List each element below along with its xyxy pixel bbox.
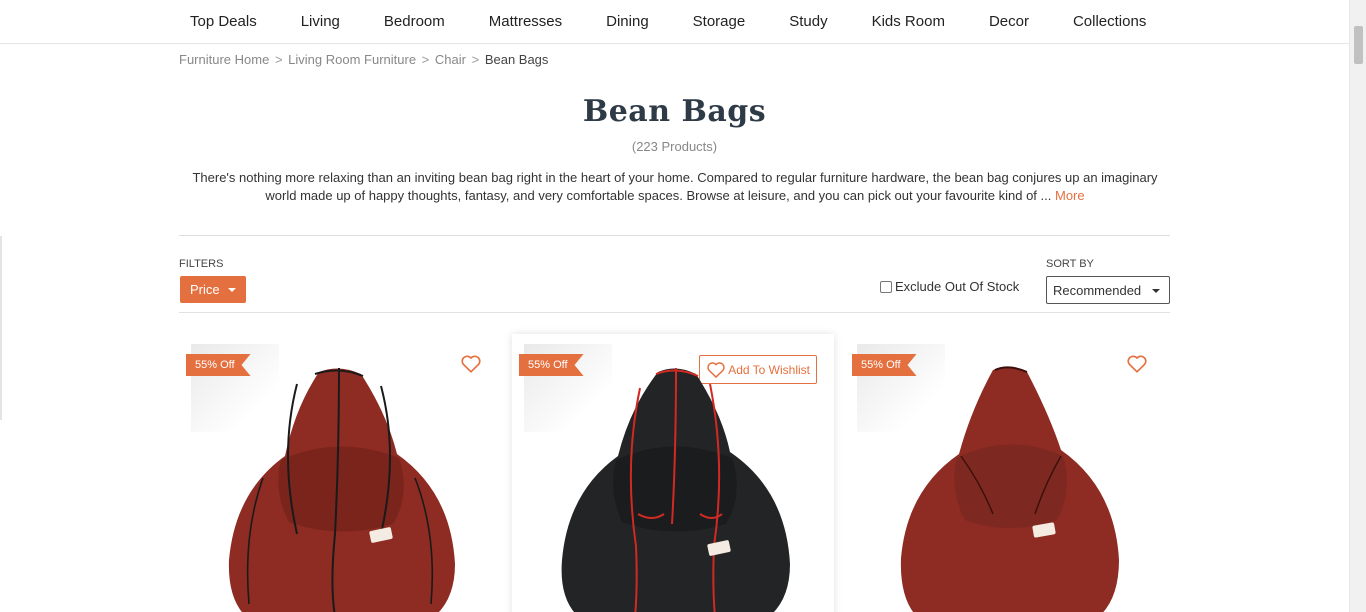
scrollbar-thumb[interactable] [1354,26,1363,64]
nav-item-living[interactable]: Living [279,0,362,43]
breadcrumb-current: Bean Bags [484,52,549,67]
breadcrumb-chair[interactable]: Chair [435,52,466,67]
exclude-out-of-stock-label: Exclude Out Of Stock [895,279,1020,294]
nav-item-collections[interactable]: Collections [1051,0,1168,43]
breadcrumb: Furniture Home > Living Room Furniture >… [179,52,548,67]
breadcrumb-separator: > [274,52,283,67]
product-image-maroon-bean-bag[interactable] [885,364,1125,612]
exclude-out-of-stock[interactable]: Exclude Out Of Stock [880,279,1019,294]
page-title: Bean Bags [582,94,767,129]
nav-list: Top Deals Living Bedroom Mattresses Dini… [168,0,1168,43]
product-count: (223 Products) [631,139,718,154]
breadcrumb-living-room-furniture[interactable]: Living Room Furniture [288,52,416,67]
product-image-black-bean-bag[interactable] [552,364,792,612]
breadcrumb-separator: > [421,52,430,67]
caret-down-icon [228,288,236,292]
product-image-maroon-bean-bag[interactable] [219,364,459,612]
sort-by-value: Recommended [1053,282,1142,298]
product-card[interactable]: 55% Off Add To Wishlist [512,334,834,612]
breadcrumb-separator: > [471,52,480,67]
nav-item-dining[interactable]: Dining [584,0,671,43]
nav-item-mattresses[interactable]: Mattresses [467,0,584,43]
side-panel-edge [0,236,2,420]
description-more-link[interactable]: More [1055,188,1085,203]
filters-label: FILTERS [179,258,224,270]
nav-item-storage[interactable]: Storage [671,0,768,43]
price-filter-label: Price [190,282,220,297]
breadcrumb-furniture-home[interactable]: Furniture Home [179,52,269,67]
nav-item-kids-room[interactable]: Kids Room [850,0,967,43]
heart-icon[interactable] [460,353,482,375]
heart-icon[interactable] [1126,353,1148,375]
nav-item-decor[interactable]: Decor [967,0,1051,43]
description-text: There's nothing more relaxing than an in… [192,170,1158,203]
price-filter-button[interactable]: Price [180,276,246,303]
nav-item-bedroom[interactable]: Bedroom [362,0,467,43]
caret-down-icon [1152,289,1160,293]
product-card[interactable]: 55% Off [845,334,1167,612]
divider [179,235,1170,236]
exclude-out-of-stock-checkbox[interactable] [880,280,892,293]
nav-item-study[interactable]: Study [767,0,849,43]
product-card[interactable]: 55% Off [179,334,501,612]
vertical-scrollbar[interactable] [1349,0,1366,612]
divider [179,312,1170,313]
nav-item-top-deals[interactable]: Top Deals [168,0,279,43]
category-description: There's nothing more relaxing than an in… [190,169,1160,205]
top-navigation: Top Deals Living Bedroom Mattresses Dini… [0,0,1349,44]
sort-by-label: SORT BY [1046,258,1094,270]
sort-by-select[interactable]: Recommended [1046,276,1170,304]
